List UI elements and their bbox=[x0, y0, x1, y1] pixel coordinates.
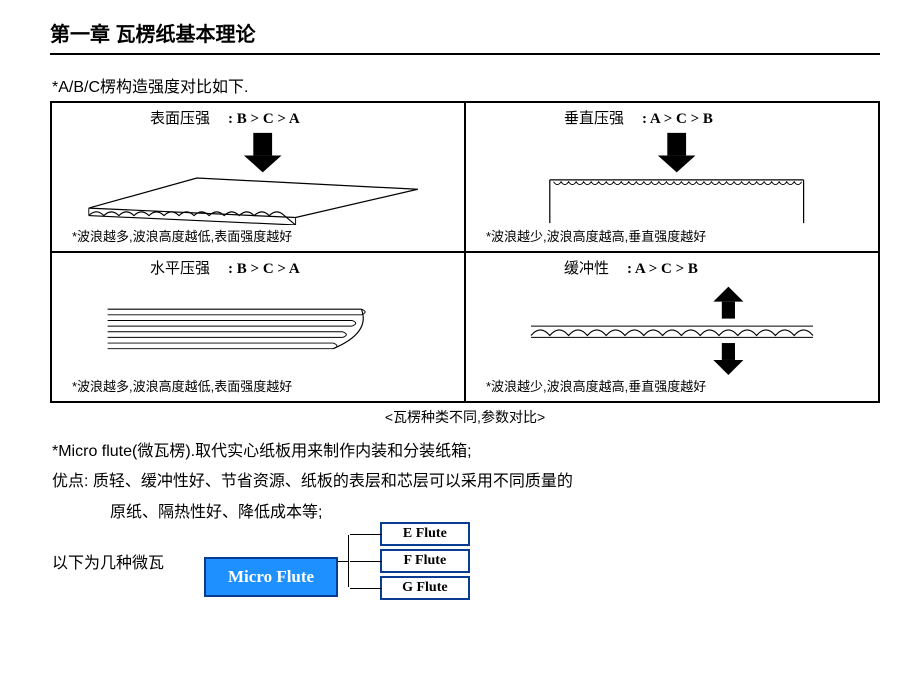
micro-flute-advantages-1: 优点: 质轻、缓冲性好、节省资源、纸板的表层和芯层可以采用不同质量的 bbox=[52, 467, 880, 497]
flute-types-column: E Flute F Flute G Flute bbox=[380, 522, 470, 600]
surface-pressure-diagram bbox=[52, 131, 464, 225]
cell-note: *波浪越多,波浪高度越低,表面强度越好 bbox=[72, 226, 292, 245]
flute-type-f: F Flute bbox=[380, 549, 470, 573]
cell-label: 垂直压强 bbox=[564, 107, 624, 128]
cell-rank: : A > C > B bbox=[642, 111, 713, 128]
connector-line bbox=[350, 588, 382, 589]
chapter-title: 第一章 瓦楞纸基本理论 bbox=[50, 18, 880, 55]
cell-note: *波浪越少,波浪高度越高,垂直强度越好 bbox=[486, 376, 706, 395]
comparison-subtitle: *A/B/C楞构造强度对比如下. bbox=[50, 73, 880, 97]
connector-line bbox=[350, 561, 382, 562]
cell-horizontal-pressure: 水平压强 : B > C > A *波浪越多,波浪高度越低,表面强度越好 bbox=[51, 252, 465, 402]
cell-label: 表面压强 bbox=[150, 107, 210, 128]
horizontal-pressure-diagram bbox=[52, 281, 464, 375]
flute-type-e: E Flute bbox=[380, 522, 470, 546]
cell-vertical-pressure: 垂直压强 : A > C > B *波浪越少,波浪高度越高,垂直强度越好 bbox=[465, 102, 879, 252]
cell-cushioning: 缓冲性 : A > C > B bbox=[465, 252, 879, 402]
cell-surface-pressure: 表面压强 : B > C > A bbox=[51, 102, 465, 252]
cell-rank: : B > C > A bbox=[228, 111, 300, 128]
grid-caption: <瓦楞种类不同,参数对比> bbox=[50, 407, 880, 427]
cell-note: *波浪越少,波浪高度越高,垂直强度越好 bbox=[486, 226, 706, 245]
micro-flute-intro: *Micro flute(微瓦楞).取代实心纸板用来制作内装和分装纸箱; bbox=[52, 437, 880, 467]
cell-rank: : B > C > A bbox=[228, 261, 300, 278]
connector-trunk bbox=[348, 535, 349, 587]
cell-label: 缓冲性 bbox=[564, 257, 609, 278]
comparison-grid: 表面压强 : B > C > A bbox=[50, 101, 880, 403]
cell-note: *波浪越多,波浪高度越低,表面强度越好 bbox=[72, 376, 292, 395]
connector-line bbox=[350, 534, 382, 535]
cell-label: 水平压强 bbox=[150, 257, 210, 278]
micro-flute-box: Micro Flute bbox=[204, 557, 338, 597]
vertical-pressure-diagram bbox=[466, 131, 878, 225]
cell-rank: : A > C > B bbox=[627, 261, 698, 278]
cushioning-diagram bbox=[466, 281, 878, 375]
flute-type-g: G Flute bbox=[380, 576, 470, 600]
micro-types-intro: 以下为几种微瓦 bbox=[50, 549, 164, 573]
connector-root bbox=[338, 561, 348, 562]
